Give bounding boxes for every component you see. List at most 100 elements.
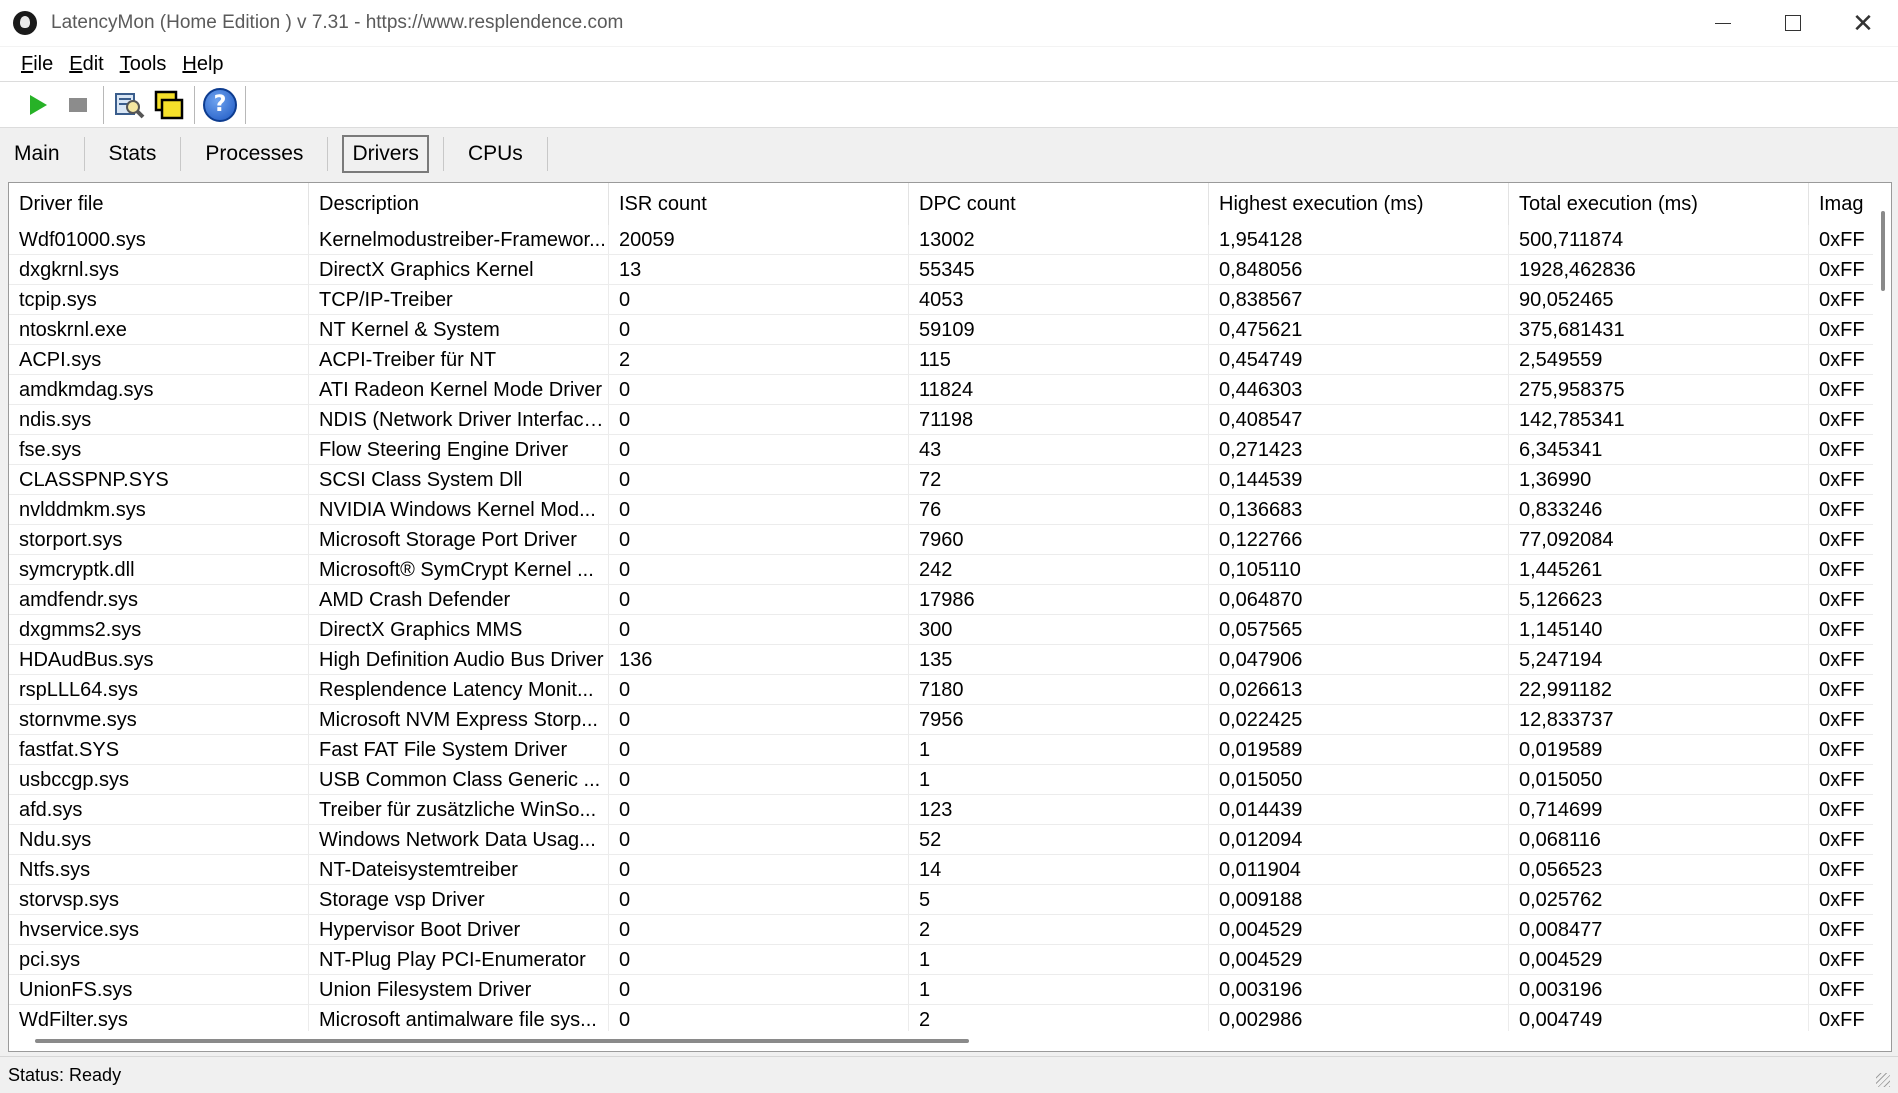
tab-separator (327, 136, 329, 171)
tab-drivers[interactable]: Drivers (342, 134, 429, 173)
cell-highest-execution: 0,009188 (1209, 885, 1509, 915)
vertical-scrollbar[interactable] (1873, 183, 1891, 1031)
cell-dpc-count: 1 (909, 765, 1209, 795)
start-button[interactable] (18, 85, 58, 125)
window-title: LatencyMon (Home Edition ) v 7.31 - http… (51, 12, 624, 33)
cell-dpc-count: 115 (909, 345, 1209, 375)
cell-highest-execution: 0,064870 (1209, 585, 1509, 615)
table-row[interactable]: storport.sys Microsoft Storage Port Drive… (9, 525, 1891, 555)
menu-help[interactable]: Help (181, 53, 224, 76)
cell-description: Microsoft® SymCrypt Kernel ... (309, 555, 609, 585)
column-header-dpc-count[interactable]: DPC count (909, 183, 1209, 225)
cell-description: ATI Radeon Kernel Mode Driver (309, 375, 609, 405)
cell-total-execution: 1,36990 (1509, 465, 1809, 495)
cell-description: ACPI-Treiber für NT (309, 345, 609, 375)
table-row[interactable]: usbccgp.sys USB Common Class Generic ... 0… (9, 765, 1891, 795)
cell-driver-file: Ndu.sys (9, 825, 309, 855)
table-row[interactable]: CLASSPNP.SYS SCSI Class System Dll 0 72 0,14… (9, 465, 1891, 495)
status-bar: Status: Ready (0, 1056, 1898, 1093)
cell-total-execution: 6,345341 (1509, 435, 1809, 465)
cell-description: SCSI Class System Dll (309, 465, 609, 495)
tab-cpus[interactable]: CPUs (458, 135, 533, 173)
table-row[interactable]: ndis.sys NDIS (Network Driver Interface..… (9, 405, 1891, 435)
app-logo-icon (13, 11, 37, 35)
cell-description: Union Filesystem Driver (309, 975, 609, 1005)
cell-dpc-count: 1 (909, 975, 1209, 1005)
cell-total-execution: 0,004529 (1509, 945, 1809, 975)
maximize-button[interactable] (1758, 0, 1828, 46)
table-row[interactable]: stornvme.sys Microsoft NVM Express Storp.… (9, 705, 1891, 735)
help-button[interactable]: ? (200, 85, 240, 125)
table-row[interactable]: rspLLL64.sys Resplendence Latency Monit..… (9, 675, 1891, 705)
column-header-driver-file[interactable]: Driver file (9, 183, 309, 225)
cell-total-execution: 0,003196 (1509, 975, 1809, 1005)
cell-description: TCP/IP-Treiber (309, 285, 609, 315)
minimize-icon (1715, 22, 1731, 24)
cell-driver-file: symcryptk.dll (9, 555, 309, 585)
analyze-button[interactable] (109, 85, 149, 125)
tab-main[interactable]: Main (4, 135, 70, 173)
table-row[interactable]: UnionFS.sys Union Filesystem Driver 0 1 0,00… (9, 975, 1891, 1005)
table-row[interactable]: fastfat.SYS Fast FAT File System Driver 0 1… (9, 735, 1891, 765)
cell-highest-execution: 0,122766 (1209, 525, 1509, 555)
cell-total-execution: 90,052465 (1509, 285, 1809, 315)
resize-grip-icon[interactable] (1876, 1073, 1890, 1087)
cell-driver-file: amdfendr.sys (9, 585, 309, 615)
cell-total-execution: 0,019589 (1509, 735, 1809, 765)
table-row[interactable]: dxgkrnl.sys DirectX Graphics Kernel 13 5534… (9, 255, 1891, 285)
cell-isr-count: 0 (609, 495, 909, 525)
cell-driver-file: HDAudBus.sys (9, 645, 309, 675)
cell-dpc-count: 1 (909, 945, 1209, 975)
table-row[interactable]: amdkmdag.sys ATI Radeon Kernel Mode Drive… (9, 375, 1891, 405)
table-row[interactable]: storvsp.sys Storage vsp Driver 0 5 0,009188 0… (9, 885, 1891, 915)
table-row[interactable]: nvlddmkm.sys NVIDIA Windows Kernel Mod...… (9, 495, 1891, 525)
cell-highest-execution: 0,848056 (1209, 255, 1509, 285)
table-row[interactable]: ntoskrnl.exe NT Kernel & System 0 59109 0,47… (9, 315, 1891, 345)
cell-total-execution: 12,833737 (1509, 705, 1809, 735)
cell-description: Windows Network Data Usag... (309, 825, 609, 855)
cell-highest-execution: 0,015050 (1209, 765, 1509, 795)
cell-driver-file: dxgkrnl.sys (9, 255, 309, 285)
table-row[interactable]: dxgmms2.sys DirectX Graphics MMS 0 300 0,057… (9, 615, 1891, 645)
table-row[interactable]: fse.sys Flow Steering Engine Driver 0 43 0,2… (9, 435, 1891, 465)
windows-button[interactable] (149, 85, 189, 125)
horizontal-scrollbar[interactable] (9, 1031, 1891, 1051)
horizontal-scroll-thumb[interactable] (35, 1039, 969, 1043)
column-header-total-execution[interactable]: Total execution (ms) (1509, 183, 1809, 225)
table-row[interactable]: Ndu.sys Windows Network Data Usag... 0 52 0,… (9, 825, 1891, 855)
table-row[interactable]: Wdf01000.sys Kernelmodustreiber-Framewor.… (9, 225, 1891, 255)
close-button[interactable]: ✕ (1828, 0, 1898, 46)
table-row[interactable]: amdfendr.sys AMD Crash Defender 0 17986 0,06… (9, 585, 1891, 615)
cell-dpc-count: 11824 (909, 375, 1209, 405)
table-row[interactable]: Ntfs.sys NT-Dateisystemtreiber 0 14 0,011904… (9, 855, 1891, 885)
cell-total-execution: 0,714699 (1509, 795, 1809, 825)
vertical-scroll-thumb[interactable] (1881, 211, 1885, 291)
cell-driver-file: fse.sys (9, 435, 309, 465)
help-icon: ? (203, 87, 237, 122)
table-row[interactable]: tcpip.sys TCP/IP-Treiber 0 4053 0,838567 90,0… (9, 285, 1891, 315)
table-row[interactable]: HDAudBus.sys High Definition Audio Bus Dr… (9, 645, 1891, 675)
table-row[interactable]: afd.sys Treiber für zusätzliche WinSo... 0… (9, 795, 1891, 825)
cell-highest-execution: 0,014439 (1209, 795, 1509, 825)
table-row[interactable]: pci.sys NT-Plug Play PCI-Enumerator 0 1 0,00… (9, 945, 1891, 975)
menu-file[interactable]: File (20, 53, 54, 76)
tab-stats[interactable]: Stats (99, 135, 167, 173)
cell-dpc-count: 300 (909, 615, 1209, 645)
column-header-description[interactable]: Description (309, 183, 609, 225)
stop-button[interactable] (58, 85, 98, 125)
table-row[interactable]: hvservice.sys Hypervisor Boot Driver 0 2 0,0… (9, 915, 1891, 945)
menu-tools[interactable]: Tools (119, 53, 168, 76)
tab-processes[interactable]: Processes (195, 135, 313, 173)
table-row[interactable]: ACPI.sys ACPI-Treiber für NT 2 115 0,454749 2… (9, 345, 1891, 375)
table-row[interactable]: symcryptk.dll Microsoft® SymCrypt Kernel … (9, 555, 1891, 585)
cell-isr-count: 0 (609, 795, 909, 825)
cell-total-execution: 2,549559 (1509, 345, 1809, 375)
cell-total-execution: 500,711874 (1509, 225, 1809, 255)
tab-separator (180, 136, 182, 171)
column-header-isr-count[interactable]: ISR count (609, 183, 909, 225)
minimize-button[interactable] (1688, 0, 1758, 46)
cell-description: Kernelmodustreiber-Framewor... (309, 225, 609, 255)
cell-isr-count: 0 (609, 405, 909, 435)
menu-edit[interactable]: Edit (68, 53, 104, 76)
column-header-highest-execution[interactable]: Highest execution (ms) (1209, 183, 1509, 225)
